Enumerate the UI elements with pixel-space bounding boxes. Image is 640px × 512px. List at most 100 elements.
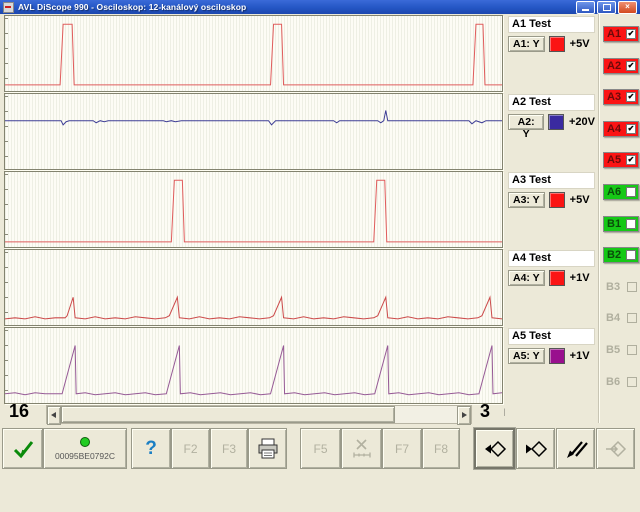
channel-color-swatch[interactable] (548, 114, 564, 130)
marker-prev-button[interactable] (474, 428, 515, 469)
channel-checkbox[interactable] (626, 187, 636, 197)
channel-button-a4[interactable]: A4 ✔ (603, 121, 639, 137)
confirm-button[interactable] (2, 428, 43, 469)
channel-checkbox (627, 282, 637, 292)
channel-range-value: +1V (569, 272, 590, 284)
channel-y-button[interactable]: A1: Y (508, 36, 545, 52)
scroll-right-arrow[interactable] (457, 406, 471, 425)
channel-button-label: A4 (607, 123, 622, 135)
channel-info-row: A5: Y +1V (508, 347, 595, 365)
channel-buttons-panel: A1 ✔ A2 ✔ A3 ✔ A4 ✔ A5 ✔ A6 B1 B2 B3 B4 B5 B6 (599, 14, 640, 423)
led-icon (79, 436, 91, 448)
print-button[interactable] (248, 428, 287, 469)
scrollbar-thumb[interactable] (61, 406, 395, 423)
channel-button-label: A2 (607, 60, 622, 72)
plot-a1 (4, 15, 503, 92)
channel-button-label: A6 (607, 186, 622, 198)
channel-button-label: A1 (607, 28, 622, 40)
scroll-left-arrow[interactable] (47, 406, 61, 425)
f8-button: F8 (422, 428, 460, 469)
channel-info-panel: A1 Test A1: Y +5V A2 Test A2: Y +20V A3 Test A3… (505, 14, 599, 423)
help-button[interactable]: ? (131, 428, 171, 469)
close-icon: × (625, 2, 630, 11)
waveform-5 (5, 345, 502, 396)
diamond-enter-icon (603, 437, 629, 461)
channel-info-box-1: A1 Test A1: Y +5V (508, 16, 595, 53)
f2-button: F2 (171, 428, 210, 469)
f3-label: F3 (221, 441, 236, 456)
f2-label: F2 (183, 441, 198, 456)
channel-range-value: +20V (569, 116, 595, 128)
channel-button-b2[interactable]: B2 (603, 247, 639, 263)
device-id-button[interactable]: 00095BE0792C (43, 428, 127, 469)
channel-info-row: A4: Y +1V (508, 269, 595, 287)
channel-range-value: +1V (569, 350, 590, 362)
channel-button-a3[interactable]: A3 ✔ (603, 89, 639, 105)
channel-info-title: A4 Test (508, 250, 595, 267)
measure-button (341, 428, 382, 469)
channel-info-title: A1 Test (508, 16, 595, 33)
app-icon (3, 1, 14, 13)
channel-button-a6[interactable]: A6 (603, 184, 639, 200)
channel-button-label: A5 (607, 154, 622, 166)
f7-button: F7 (382, 428, 422, 469)
channel-color-swatch[interactable] (548, 36, 565, 52)
channel-y-button[interactable]: A3: Y (508, 192, 545, 208)
plot-a3 (4, 171, 503, 248)
marker-next-button[interactable] (516, 428, 555, 469)
channel-info-row: A2: Y +20V (508, 113, 595, 140)
minimize-icon (582, 8, 589, 11)
channel-button-a2[interactable]: A2 ✔ (603, 58, 639, 74)
channel-checkbox[interactable] (626, 250, 636, 260)
time-scrollbar[interactable] (46, 405, 472, 425)
channel-color-swatch[interactable] (548, 192, 565, 208)
channel-info-box-2: A2 Test A2: Y +20V (508, 94, 595, 140)
channel-button-b1[interactable]: B1 (603, 216, 639, 232)
channel-checkbox (627, 377, 637, 387)
channel-button-label: B5 (606, 344, 621, 356)
plot-a2 (4, 93, 503, 170)
channel-button-label: A3 (607, 91, 622, 103)
annotate-button[interactable] (556, 428, 595, 469)
pen-strike-icon (563, 437, 589, 461)
marker-goto-button (596, 428, 635, 469)
restore-button[interactable] (597, 0, 616, 14)
channel-checkbox[interactable]: ✔ (626, 92, 636, 102)
channel-button-a5[interactable]: A5 ✔ (603, 152, 639, 168)
f7-label: F7 (394, 441, 409, 456)
channel-button-b3: B3 (603, 279, 639, 295)
channel-y-button[interactable]: A2: Y (508, 114, 545, 140)
channel-y-button[interactable]: A5: Y (508, 348, 545, 364)
channel-info-box-3: A3 Test A3: Y +5V (508, 172, 595, 209)
channel-button-b5: B5 (603, 342, 639, 358)
channel-info-title: A5 Test (508, 328, 595, 345)
channel-button-label: B1 (607, 218, 622, 230)
help-label: ? (145, 437, 157, 459)
scroll-right-value: 3 (480, 401, 491, 421)
minimize-button[interactable] (576, 0, 595, 14)
channel-info-row: A1: Y +5V (508, 35, 595, 53)
title-bar: AVL DiScope 990 - Osciloskop: 12-kanálov… (0, 0, 640, 14)
channel-button-a1[interactable]: A1 ✔ (603, 26, 639, 42)
channel-color-swatch[interactable] (548, 270, 565, 286)
channel-checkbox[interactable]: ✔ (626, 29, 636, 39)
channel-button-label: B2 (607, 249, 622, 261)
channel-checkbox[interactable]: ✔ (626, 124, 636, 134)
channel-color-swatch[interactable] (548, 348, 565, 364)
plot-a4 (4, 249, 503, 326)
channel-button-label: B6 (606, 376, 621, 388)
channel-checkbox[interactable]: ✔ (626, 61, 636, 71)
channel-y-button[interactable]: A4: Y (508, 270, 545, 286)
plot-a5 (4, 327, 503, 404)
scrollbar-track[interactable] (395, 406, 457, 423)
diamond-left-icon (482, 437, 508, 461)
channel-checkbox (627, 345, 637, 355)
channel-checkbox[interactable] (626, 219, 636, 229)
channel-range-value: +5V (569, 194, 590, 206)
channel-info-row: A3: Y +5V (508, 191, 595, 209)
channel-button-b6: B6 (603, 374, 639, 390)
channel-checkbox[interactable]: ✔ (626, 155, 636, 165)
close-button[interactable]: × (618, 0, 637, 14)
channel-info-title: A2 Test (508, 94, 595, 111)
diamond-right-icon (523, 437, 549, 461)
